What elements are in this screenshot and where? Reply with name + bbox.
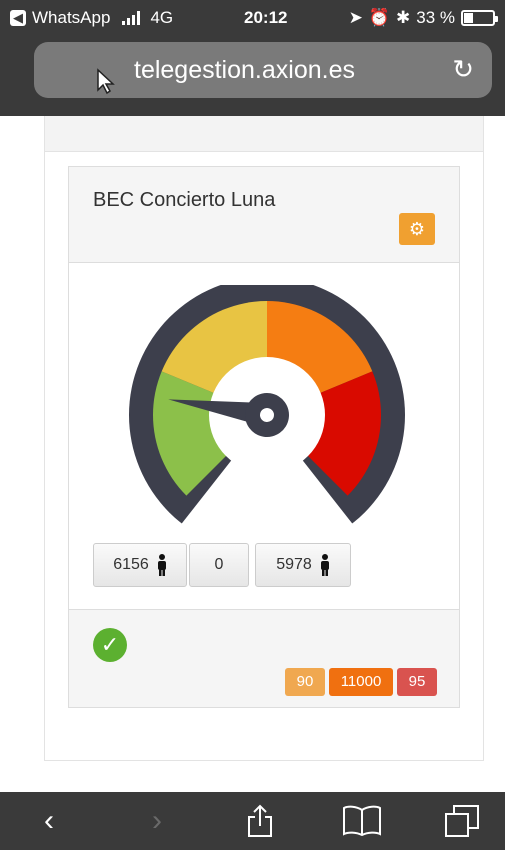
status-left: ◀ WhatsApp 4G (10, 8, 173, 28)
location-icon: ➤ (348, 8, 363, 27)
panel-header: BEC Concierto Luna ⚙ (69, 167, 459, 263)
status-bar: ◀ WhatsApp 4G 20:12 ➤ ⏰ ✱ 33 % (0, 0, 505, 36)
counter-entries-value: 6156 (113, 556, 149, 573)
network-label: 4G (150, 8, 174, 27)
forward-icon[interactable]: › (152, 804, 162, 838)
browser-toolbar: ‹ › (0, 792, 505, 850)
counter-entries[interactable]: 6156 (93, 543, 187, 587)
threshold-badges: 90 11000 95 (285, 668, 437, 696)
previous-panel-footer (44, 116, 484, 152)
badge-threshold-1: 90 (285, 668, 325, 696)
checkmark-icon: ✓ (93, 628, 127, 662)
browser-chrome: telegestion.axion.es ↻ (0, 36, 505, 116)
counter-exits[interactable]: 5978 (255, 543, 351, 587)
battery-icon (461, 10, 498, 26)
device-panel: BEC Concierto Luna ⚙ 6156 0 5978 ✓ 90 11… (68, 166, 460, 708)
status-time: 20:12 (244, 8, 288, 27)
panel-title: BEC Concierto Luna (93, 189, 276, 211)
counter-group: 6156 0 5978 (93, 543, 351, 587)
url-text[interactable]: telegestion.axion.es (134, 56, 355, 85)
back-arrow-icon[interactable]: ◀ (10, 10, 26, 26)
person-icon (320, 554, 329, 576)
web-page: BEC Concierto Luna ⚙ 6156 0 5978 ✓ 90 11… (0, 116, 505, 792)
reload-icon[interactable]: ↻ (452, 54, 474, 85)
settings-button[interactable]: ⚙ (399, 213, 435, 245)
back-icon[interactable]: ‹ (44, 804, 54, 838)
counter-exits-value: 5978 (276, 556, 312, 573)
mouse-cursor-icon (97, 68, 115, 94)
share-icon[interactable] (246, 804, 274, 838)
signal-icon (122, 11, 141, 25)
person-icon (157, 554, 166, 576)
alarm-icon: ⏰ (368, 8, 390, 27)
badge-threshold-2: 11000 (329, 668, 393, 696)
counter-middle-value: 0 (214, 556, 224, 573)
occupancy-gauge (129, 285, 405, 545)
gear-icon: ⚙ (408, 219, 426, 239)
status-right: ➤ ⏰ ✱ 33 % (348, 8, 498, 28)
bookmarks-icon[interactable] (342, 804, 382, 836)
battery-fill (464, 13, 473, 23)
bluetooth-icon: ✱ (396, 8, 411, 27)
counter-middle[interactable]: 0 (189, 543, 249, 587)
panel-footer: ✓ 90 11000 95 (69, 609, 459, 707)
battery-percent: 33 % (416, 8, 455, 27)
tabs-icon[interactable] (444, 804, 480, 838)
back-app-label[interactable]: WhatsApp (32, 8, 110, 28)
badge-threshold-3: 95 (397, 668, 437, 696)
